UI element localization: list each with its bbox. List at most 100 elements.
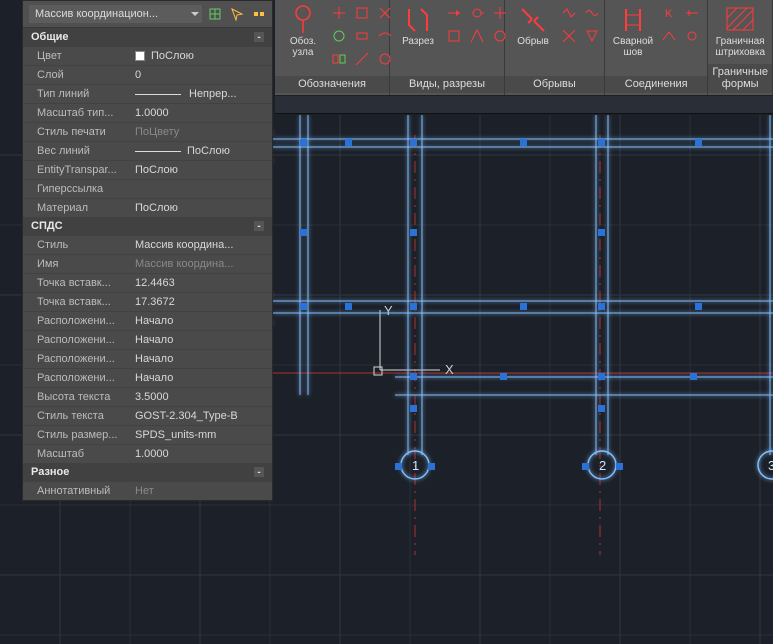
object-type-dropdown[interactable]: Массив координацион... [29,5,202,23]
property-value[interactable]: 1.0000 [131,445,272,463]
property-row[interactable]: Расположени...Начало [23,368,272,387]
property-label: Точка вставк... [23,293,131,311]
view-1-icon[interactable] [444,3,464,23]
anno-8-icon[interactable] [352,49,372,69]
anno-1-icon[interactable] [329,3,349,23]
property-value[interactable]: ПоСлою [131,161,272,179]
select-objects-button[interactable] [250,5,268,23]
properties-panel: Массив координацион... Общие - ЦветПоСло… [22,0,273,501]
property-row[interactable]: СтильМассив координа... [23,235,272,254]
property-label: Высота текста [23,388,131,406]
axis-y-label: Y [384,303,393,318]
toggle-pim-button[interactable] [206,5,224,23]
property-row[interactable]: ЦветПоСлою [23,46,272,65]
property-row[interactable]: Масштаб тип...1.0000 [23,103,272,122]
property-row[interactable]: Слой0 [23,65,272,84]
ribbon-title-views: Виды, разрезы [390,76,504,93]
property-value[interactable]: Начало [131,350,272,368]
view-2-icon[interactable] [467,3,487,23]
weld-button[interactable]: Сварной шов [609,3,657,60]
property-value[interactable]: 0 [131,66,272,84]
tabstrip[interactable] [275,96,773,114]
property-value[interactable]: SPDS_units-mm [131,426,272,444]
node-annotation-button[interactable]: Обоз. узла [279,3,327,60]
property-value[interactable]: 12.4463 [131,274,272,292]
anno-5-icon[interactable] [352,26,372,46]
ribbon-title-breaks: Обрывы [505,76,604,93]
property-value[interactable]: ПоЦвету [131,123,272,141]
property-value[interactable]: ПоСлою [131,47,272,65]
weld-2-icon[interactable] [682,3,702,23]
section-misc[interactable]: Разное - [23,463,272,481]
property-value[interactable]: ПоСлою [131,199,272,217]
boundary-hatch-button[interactable]: Граничная штриховка [713,3,767,60]
break-4-icon[interactable] [582,26,602,46]
property-row[interactable]: МатериалПоСлою [23,198,272,217]
property-value[interactable]: Непрер... [131,85,272,103]
bubble-1: 1 [412,458,419,473]
property-value[interactable]: Начало [131,369,272,387]
weld-3-icon[interactable] [659,26,679,46]
anno-4-icon[interactable] [329,26,349,46]
section-general[interactable]: Общие - [23,28,272,46]
property-label: Стиль размер... [23,426,131,444]
anno-2-icon[interactable] [352,3,372,23]
property-row[interactable]: Масштаб1.0000 [23,444,272,463]
linetype-preview [135,94,181,95]
view-4-icon[interactable] [444,26,464,46]
property-value[interactable]: 3.5000 [131,388,272,406]
property-value[interactable]: Массив координа... [131,255,272,273]
weld-4-icon[interactable] [682,26,702,46]
property-row[interactable]: Расположени...Начало [23,349,272,368]
quick-select-button[interactable] [228,5,246,23]
panel-dock-strip[interactable] [0,0,22,644]
weld-1-icon[interactable]: K [659,3,679,23]
circle-red-icon [288,5,318,35]
axis-x-label: X [445,362,454,377]
break-2-icon[interactable] [582,3,602,23]
property-label: Расположени... [23,312,131,330]
property-label: Гиперссылка [23,180,131,198]
ribbon-group-breaks: Обрыв Обрывы [505,0,605,95]
collapse-icon: - [254,467,264,477]
property-label: Вес линий [23,142,131,160]
property-row[interactable]: ИмяМассив координа... [23,254,272,273]
property-row[interactable]: Высота текста3.5000 [23,387,272,406]
property-value[interactable]: Начало [131,331,272,349]
property-value[interactable] [131,180,272,198]
ribbon-group-annotations: Обоз. узла Обозначения [275,0,390,95]
property-label: Расположени... [23,350,131,368]
property-row[interactable]: Стиль печатиПоЦвету [23,122,272,141]
property-row[interactable]: Тип линийНепрер... [23,84,272,103]
property-row[interactable]: Расположени...Начало [23,330,272,349]
property-row[interactable]: EntityTranspar...ПоСлою [23,160,272,179]
property-value[interactable]: Начало [131,312,272,330]
property-label: Имя [23,255,131,273]
property-row[interactable]: Расположени...Начало [23,311,272,330]
property-value[interactable]: ПоСлою [131,142,272,160]
property-value[interactable]: GOST-2.304_Type-B [131,407,272,425]
property-row[interactable]: Стиль размер...SPDS_units-mm [23,425,272,444]
property-value[interactable]: Нет [131,482,272,500]
section-icon [403,5,433,35]
property-row[interactable]: Стиль текстаGOST-2.304_Type-B [23,406,272,425]
property-row[interactable]: Вес линийПоСлою [23,141,272,160]
break-icon [518,5,548,35]
property-label: Тип линий [23,85,131,103]
property-value[interactable]: 1.0000 [131,104,272,122]
property-value[interactable]: 17.3672 [131,293,272,311]
property-label: Расположени... [23,369,131,387]
anno-7-icon[interactable] [329,49,349,69]
property-row[interactable]: Точка вставк...17.3672 [23,292,272,311]
section-spds[interactable]: СПДС - [23,217,272,235]
break-button[interactable]: Обрыв [509,3,557,50]
break-3-icon[interactable] [559,26,579,46]
view-5-icon[interactable] [467,26,487,46]
property-value[interactable]: Массив координа... [131,236,272,254]
property-row[interactable]: Гиперссылка [23,179,272,198]
property-label: Точка вставк... [23,274,131,292]
section-button[interactable]: Разрез [394,3,442,50]
property-row[interactable]: АннотативныйНет [23,481,272,500]
property-row[interactable]: Точка вставк...12.4463 [23,273,272,292]
break-1-icon[interactable] [559,3,579,23]
